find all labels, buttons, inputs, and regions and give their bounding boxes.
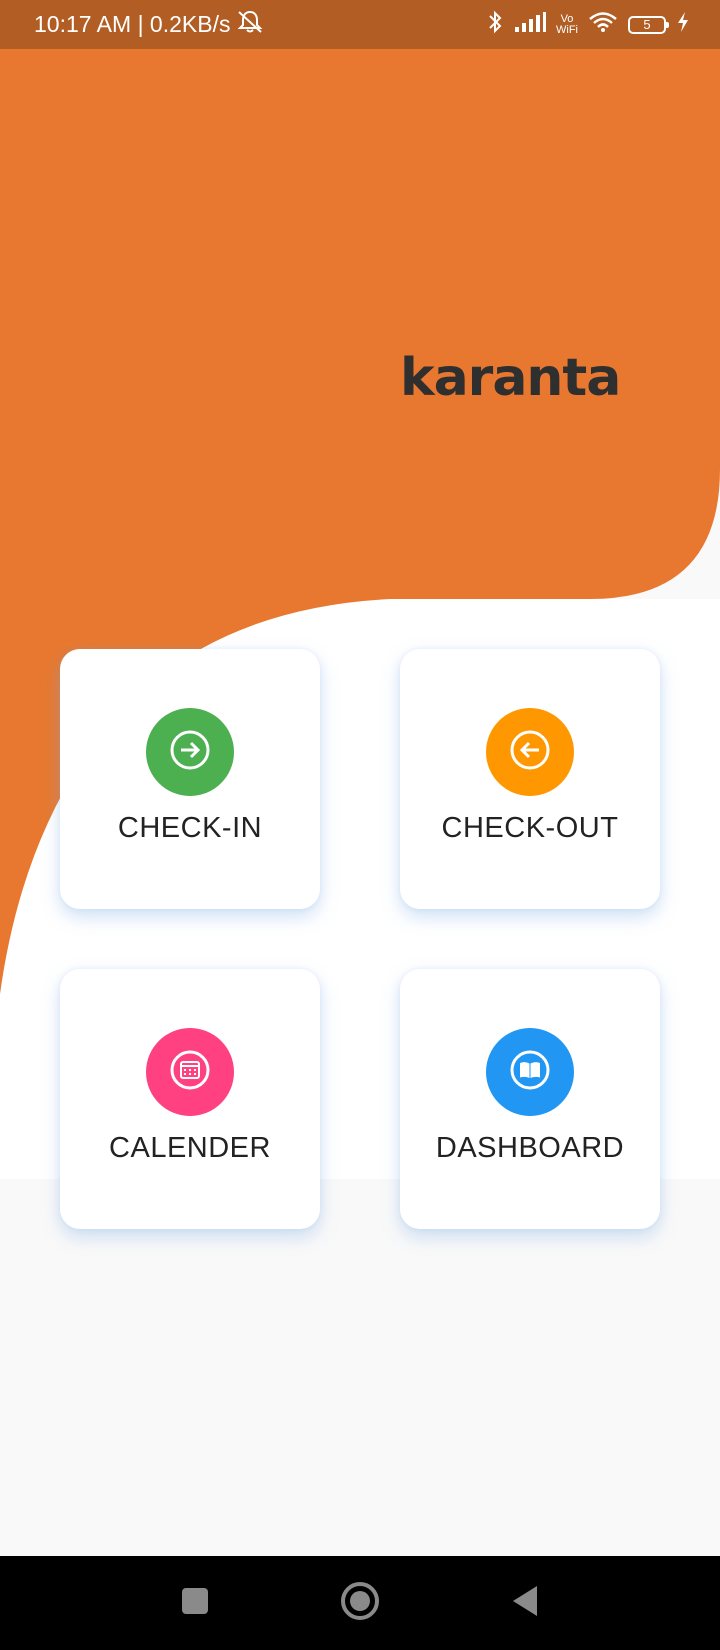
vowifi-icon: Vo WiFi	[556, 12, 578, 36]
home-icon	[339, 1580, 381, 1627]
back-icon	[509, 1584, 541, 1623]
status-left: 10:17 AM | 0.2KB/s	[34, 9, 264, 41]
brand-logo: karanta	[400, 348, 621, 408]
status-bar: 10:17 AM | 0.2KB/s Vo WiFi 5	[0, 0, 720, 49]
vowifi-top: Vo	[560, 12, 574, 25]
calender-label: CALENDER	[109, 1132, 271, 1164]
dashboard-label: DASHBOARD	[435, 1132, 625, 1164]
check-out-card[interactable]: CHECK-OUT	[400, 649, 660, 909]
status-right: Vo WiFi 5	[486, 9, 690, 40]
check-in-icon-circle	[146, 708, 234, 796]
charging-icon	[676, 11, 690, 38]
check-in-label: CHECK-IN	[117, 812, 263, 844]
arrow-left-circle-icon	[508, 728, 552, 777]
arrow-right-circle-icon	[168, 728, 212, 777]
calender-icon-circle	[146, 1028, 234, 1116]
dashboard-card[interactable]: DASHBOARD	[400, 969, 660, 1229]
bluetooth-icon	[486, 9, 504, 40]
recent-apps-button[interactable]	[170, 1578, 220, 1628]
battery-level: 5	[643, 17, 651, 32]
calendar-icon	[168, 1048, 212, 1097]
signal-icon	[514, 11, 546, 38]
battery-icon: 5	[628, 15, 669, 34]
home-button[interactable]	[335, 1578, 385, 1628]
check-out-label: CHECK-OUT	[441, 812, 619, 844]
check-out-icon-circle	[486, 708, 574, 796]
book-icon	[508, 1048, 552, 1097]
check-in-card[interactable]: CHECK-IN	[60, 649, 320, 909]
back-button[interactable]	[500, 1578, 550, 1628]
calender-card[interactable]: CALENDER	[60, 969, 320, 1229]
dashboard-icon-circle	[486, 1028, 574, 1116]
wifi-icon	[588, 11, 618, 38]
alarm-off-icon	[236, 9, 264, 41]
recent-apps-icon	[180, 1586, 210, 1621]
vowifi-bottom: WiFi	[556, 23, 578, 36]
system-nav-bar	[0, 1556, 720, 1650]
status-time-speed: 10:17 AM | 0.2KB/s	[34, 11, 231, 37]
